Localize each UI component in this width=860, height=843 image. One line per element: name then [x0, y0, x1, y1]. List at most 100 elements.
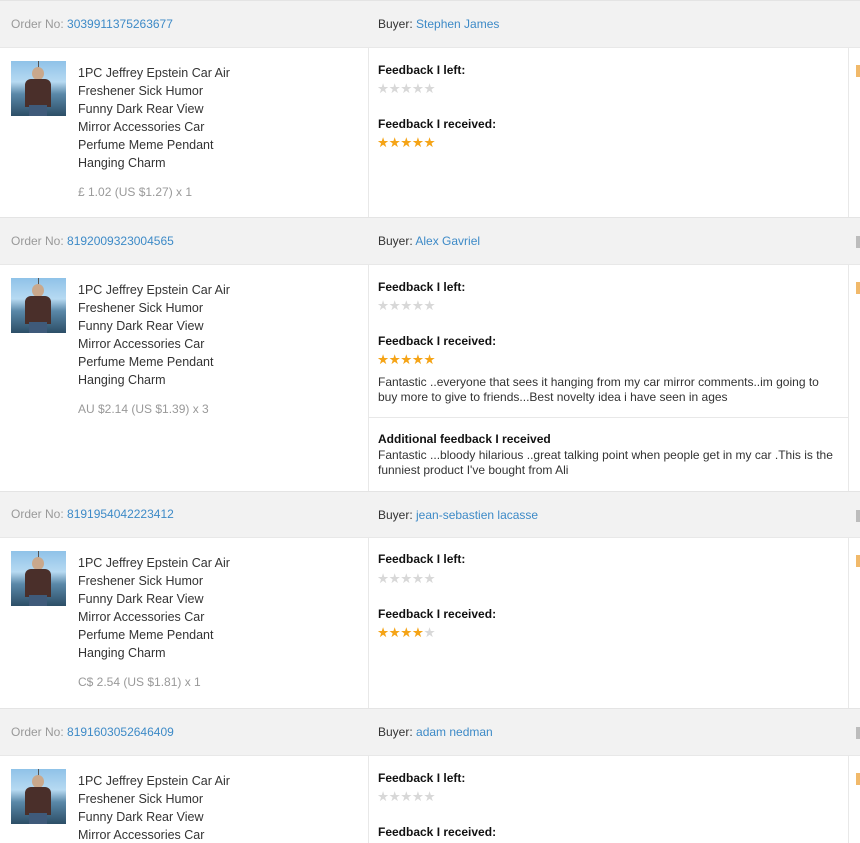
- buyer-name-link[interactable]: Alex Gavriel: [415, 234, 480, 248]
- product-thumbnail[interactable]: [11, 61, 66, 116]
- star-filled-icon: ★: [377, 625, 389, 640]
- next-column-marker: [856, 65, 860, 77]
- order-number-label: Order No:: [11, 507, 68, 521]
- order-card: Order No: 8191954042223412 Buyer: jean-s…: [0, 491, 860, 708]
- feedback-left-label: Feedback I left:: [378, 63, 466, 77]
- star-empty-icon: ★: [400, 789, 412, 804]
- order-number: Order No: 8192009323004565: [11, 234, 174, 248]
- buyer: Buyer: jean-sebastien lacasse: [378, 508, 538, 522]
- buyer-name-link[interactable]: Stephen James: [416, 17, 499, 31]
- additional-feedback-label: Additional feedback I received: [378, 432, 551, 446]
- product-title[interactable]: 1PC Jeffrey Epstein Car Air Freshener Si…: [78, 554, 238, 662]
- star-empty-icon: ★: [400, 298, 412, 313]
- star-filled-icon: ★: [423, 352, 436, 367]
- buyer-label: Buyer:: [378, 17, 417, 31]
- star-filled-icon: ★: [411, 625, 424, 640]
- star-empty-icon: ★: [411, 81, 424, 96]
- star-empty-icon: ★: [411, 571, 424, 586]
- order-number: Order No: 8191603052646409: [11, 725, 174, 739]
- feedback-left-label: Feedback I left:: [378, 280, 466, 294]
- buyer: Buyer: Stephen James: [378, 17, 499, 31]
- order-number-link[interactable]: 8191954042223412: [67, 507, 174, 521]
- product-price: AU $2.14 (US $1.39) x 3: [78, 402, 209, 416]
- next-column-marker: [856, 727, 860, 739]
- order-body: 1PC Jeffrey Epstein Car Air Freshener Si…: [0, 537, 860, 708]
- order-number: Order No: 3039911375263677: [11, 17, 173, 31]
- order-number-link[interactable]: 8191603052646409: [67, 725, 174, 739]
- star-empty-icon: ★: [377, 789, 389, 804]
- star-empty-icon: ★: [388, 81, 401, 96]
- product-thumbnail[interactable]: [11, 769, 66, 824]
- order-number-link[interactable]: 3039911375263677: [67, 17, 173, 31]
- star-empty-icon: ★: [388, 571, 401, 586]
- product-title[interactable]: 1PC Jeffrey Epstein Car Air Freshener Si…: [78, 772, 238, 843]
- star-filled-icon: ★: [400, 135, 412, 150]
- star-empty-icon: ★: [423, 298, 436, 313]
- product-title[interactable]: 1PC Jeffrey Epstein Car Air Freshener Si…: [78, 281, 238, 389]
- star-empty-icon: ★: [423, 571, 436, 586]
- product-thumbnail[interactable]: [11, 551, 66, 606]
- buyer-name-link[interactable]: jean-sebastien lacasse: [416, 508, 538, 522]
- order-body: 1PC Jeffrey Epstein Car Air Freshener Si…: [0, 755, 860, 843]
- order-card: Order No: 8192009323004565 Buyer: Alex G…: [0, 217, 860, 491]
- star-filled-icon: ★: [377, 352, 389, 367]
- star-filled-icon: ★: [388, 135, 401, 150]
- star-filled-icon: ★: [377, 135, 389, 150]
- star-empty-icon: ★: [377, 81, 389, 96]
- star-empty-icon: ★: [377, 298, 389, 313]
- order-number-label: Order No:: [11, 725, 68, 739]
- star-empty-icon: ★: [377, 571, 389, 586]
- orders-list: Order No: 3039911375263677 Buyer: Stephe…: [0, 0, 860, 843]
- order-header: Order No: 8191603052646409 Buyer: adam n…: [0, 708, 860, 755]
- order-header: Order No: 3039911375263677 Buyer: Stephe…: [0, 0, 860, 47]
- order-card: Order No: 8191603052646409 Buyer: adam n…: [0, 708, 860, 843]
- buyer-label: Buyer:: [378, 508, 417, 522]
- next-column-marker: [856, 773, 860, 785]
- order-header: Order No: 8192009323004565 Buyer: Alex G…: [0, 217, 860, 264]
- feedback-left-stars: ★★★★★: [377, 571, 436, 586]
- buyer-label: Buyer:: [378, 725, 417, 739]
- star-filled-icon: ★: [411, 135, 424, 150]
- next-column-marker: [856, 236, 860, 248]
- star-filled-icon: ★: [388, 625, 401, 640]
- next-column-marker: [856, 555, 860, 567]
- buyer-name-link[interactable]: adam nedman: [416, 725, 493, 739]
- product-title[interactable]: 1PC Jeffrey Epstein Car Air Freshener Si…: [78, 64, 238, 172]
- feedback-left-stars: ★★★★★: [377, 789, 436, 804]
- order-number-label: Order No:: [11, 17, 68, 31]
- feedback-left-label: Feedback I left:: [378, 771, 466, 785]
- feedback-received-label: Feedback I received:: [378, 607, 497, 621]
- buyer: Buyer: Alex Gavriel: [378, 234, 480, 248]
- next-column-marker: [856, 510, 860, 522]
- star-filled-icon: ★: [388, 352, 401, 367]
- feedback-left-label: Feedback I left:: [378, 552, 466, 566]
- feedback-received-label: Feedback I received:: [378, 117, 497, 131]
- star-empty-icon: ★: [400, 81, 412, 96]
- star-filled-icon: ★: [411, 352, 424, 367]
- star-empty-icon: ★: [400, 571, 412, 586]
- star-empty-icon: ★: [388, 298, 401, 313]
- order-number-link[interactable]: 8192009323004565: [67, 234, 174, 248]
- star-empty-icon: ★: [423, 625, 436, 640]
- star-empty-icon: ★: [423, 81, 436, 96]
- feedback-left-stars: ★★★★★: [377, 81, 436, 96]
- feedback-received-stars: ★★★★★: [377, 135, 436, 150]
- order-number-label: Order No:: [11, 234, 68, 248]
- star-filled-icon: ★: [400, 625, 412, 640]
- order-number: Order No: 8191954042223412: [11, 507, 174, 521]
- order-body: 1PC Jeffrey Epstein Car Air Freshener Si…: [0, 47, 860, 217]
- product-thumbnail[interactable]: [11, 278, 66, 333]
- star-empty-icon: ★: [388, 789, 401, 804]
- star-filled-icon: ★: [400, 352, 412, 367]
- order-body: 1PC Jeffrey Epstein Car Air Freshener Si…: [0, 264, 860, 491]
- feedback-received-stars: ★★★★★: [377, 352, 436, 367]
- product-price: £ 1.02 (US $1.27) x 1: [78, 185, 193, 199]
- star-filled-icon: ★: [423, 135, 436, 150]
- star-empty-icon: ★: [411, 789, 424, 804]
- feedback-left-stars: ★★★★★: [377, 298, 436, 313]
- star-empty-icon: ★: [423, 789, 436, 804]
- buyer: Buyer: adam nedman: [378, 725, 493, 739]
- product-price: C$ 2.54 (US $1.81) x 1: [78, 675, 201, 689]
- divider: [369, 417, 848, 418]
- feedback-received-comment: Fantastic ..everyone that sees it hangin…: [378, 375, 819, 404]
